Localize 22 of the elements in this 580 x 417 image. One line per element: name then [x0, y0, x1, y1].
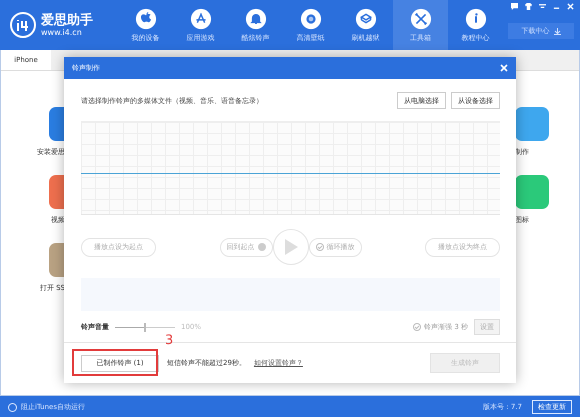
apple-icon: [134, 8, 156, 30]
app-name: 爱思助手: [41, 13, 93, 28]
close-icon[interactable]: [500, 64, 508, 72]
play-icon: [284, 239, 298, 255]
dot-icon: [258, 243, 266, 251]
info-icon: [464, 8, 486, 30]
logo-icon: [10, 12, 36, 38]
tool-app-icon[interactable]: [515, 175, 549, 209]
menu-icon[interactable]: [539, 3, 546, 10]
step-number: 3: [165, 333, 174, 348]
radio-icon[interactable]: [8, 402, 17, 412]
bell-icon: [244, 8, 266, 30]
download-icon: [554, 28, 560, 34]
feedback-icon[interactable]: [511, 3, 518, 10]
tool-app-icon[interactable]: [515, 107, 549, 141]
app-store-icon: [190, 8, 212, 30]
tools-icon: [410, 8, 432, 30]
box-icon: [354, 8, 376, 30]
app-url: www.i4.cn: [41, 28, 83, 37]
close-icon[interactable]: [567, 3, 574, 10]
shirt-icon[interactable]: [525, 3, 532, 10]
check-circle-icon: [316, 243, 324, 251]
